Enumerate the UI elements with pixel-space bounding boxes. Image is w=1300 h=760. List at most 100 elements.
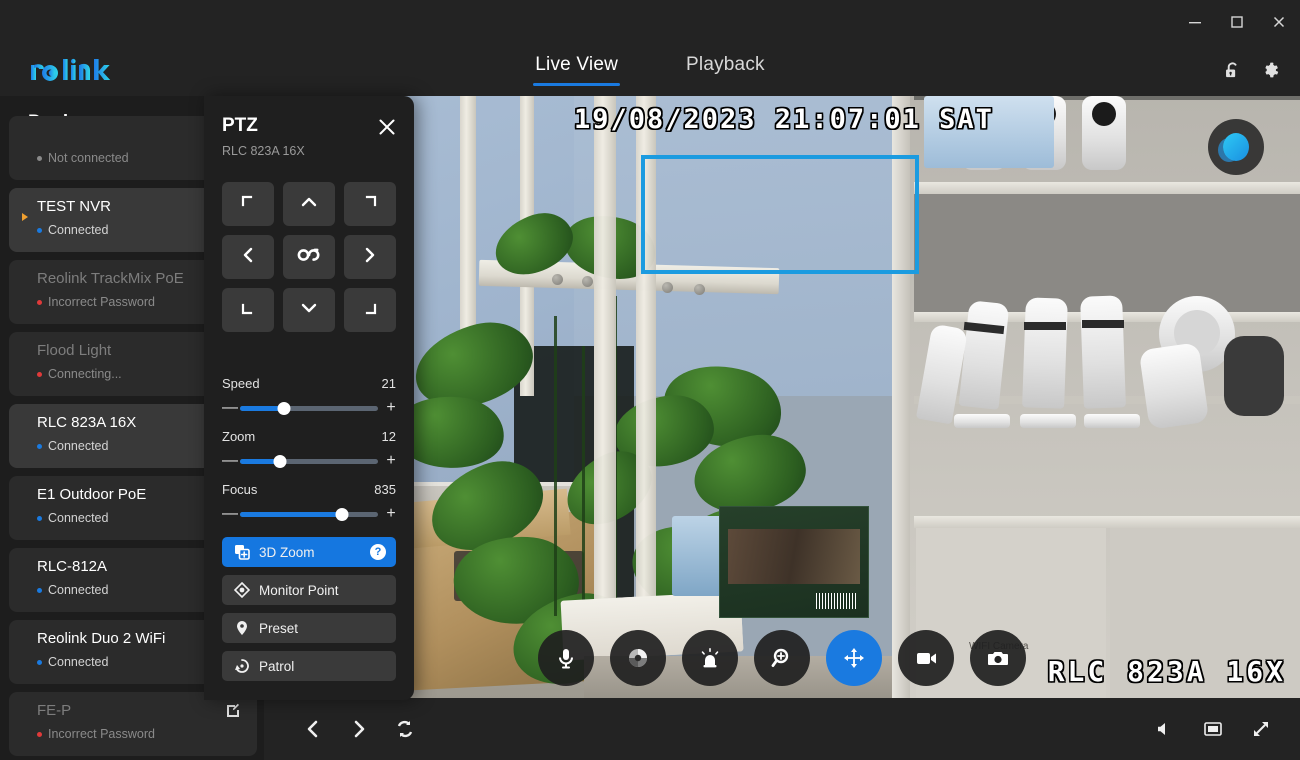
pin-icon [234,620,250,636]
minimize-button[interactable] [1174,7,1216,37]
record-button[interactable] [898,630,954,686]
corner-bottom-right-icon [361,299,379,322]
preset-button[interactable]: Preset [222,613,396,643]
patrol-label: Patrol [259,658,295,674]
status-dot [37,443,42,449]
reolink-mark-icon [1223,133,1249,161]
status-dot [37,155,42,161]
pan-up-left-button[interactable] [222,182,274,226]
digital-zoom-button[interactable] [754,630,810,686]
layout-single-icon[interactable] [1200,716,1226,742]
title-bar [0,0,1300,44]
status-dot [37,587,42,593]
chevron-right-icon [360,245,380,270]
device-name: TEST NVR [37,198,111,215]
status-dot [37,659,42,665]
edit-icon[interactable] [225,702,241,718]
3d-zoom-icon [234,544,250,560]
status-dot [37,227,42,233]
pan-down-button[interactable] [283,288,335,332]
patrol-button[interactable]: Patrol [222,651,396,681]
bottom-bar [264,698,1300,760]
tab-playback[interactable]: Playback [682,52,769,88]
corner-bottom-left-icon [239,299,257,322]
zoom-increase-button[interactable]: + [386,453,396,469]
ptz-direction-pad [222,182,396,332]
gear-icon[interactable] [1258,58,1282,82]
monitor-point-button[interactable]: Monitor Point [222,575,396,605]
device-name: Reolink TrackMix PoE [37,270,184,287]
tab-live-view[interactable]: Live View [531,52,622,88]
chevron-up-icon [299,192,319,217]
siren-button[interactable] [682,630,738,686]
expand-arrow-icon[interactable] [22,213,28,221]
image-settings-button[interactable] [610,630,666,686]
previous-icon[interactable] [300,716,326,742]
pan-down-right-button[interactable] [344,288,396,332]
ptz-panel-subtitle: RLC 823A 16X [222,144,305,158]
focus-slider[interactable] [240,507,378,521]
device-status-text: Connected [48,511,109,525]
device-status: Connected [37,583,108,597]
focus-slider-group: Focus 835 — + [222,482,396,522]
3d-zoom-button[interactable]: 3D Zoom ? [222,537,396,567]
device-status-text: Connecting... [48,367,122,381]
device-status-text: Connected [48,439,109,453]
monitor-point-icon [234,582,250,598]
device-status: Connected [37,511,108,525]
reolink-watermark-badge[interactable] [1208,119,1264,175]
help-icon[interactable]: ? [370,544,386,560]
next-icon[interactable] [346,716,372,742]
ptz-close-button[interactable] [376,116,398,138]
refresh-icon[interactable] [392,716,418,742]
monitor-point-label: Monitor Point [259,582,339,598]
header-actions [1220,44,1282,96]
pan-down-left-button[interactable] [222,288,274,332]
device-status: Incorrect Password [37,295,155,309]
microphone-icon [554,646,578,670]
camera-icon [986,646,1010,670]
pan-left-button[interactable] [222,235,274,279]
speed-decrease-button[interactable]: — [222,400,238,416]
unlock-icon[interactable] [1220,58,1244,82]
focus-increase-button[interactable]: + [386,506,396,522]
close-button[interactable] [1258,7,1300,37]
snapshot-button[interactable] [970,630,1026,686]
magnifier-plus-icon [770,646,794,670]
pan-up-button[interactable] [283,182,335,226]
patrol-icon [234,658,250,674]
status-dot [37,371,42,377]
speed-increase-button[interactable]: + [386,400,396,416]
microphone-button[interactable] [538,630,594,686]
status-dot [37,299,42,305]
device-name: RLC 823A 16X [37,414,137,431]
device-status: Connected [37,439,108,453]
device-status: Connected [37,655,108,669]
app-header: Live View Playback [0,44,1300,96]
zoom-slider[interactable] [240,454,378,468]
pan-right-button[interactable] [344,235,396,279]
device-item-fe-p[interactable]: FE-P Incorrect Password [9,692,257,756]
status-dot [37,731,42,737]
device-name: Flood Light [37,342,112,359]
device-status-text: Connected [48,223,109,237]
auto-scan-button[interactable] [283,235,335,279]
device-name: Reolink Duo 2 WiFi [37,630,166,647]
ptz-button[interactable] [826,630,882,686]
zoom-decrease-button[interactable]: — [222,453,238,469]
volume-icon[interactable] [1152,716,1178,742]
live-video-view[interactable]: nk [264,96,1300,698]
device-status: Not connected [37,151,129,165]
preset-label: Preset [259,620,299,636]
focus-value: 835 [374,482,396,497]
maximize-button[interactable] [1216,7,1258,37]
speed-slider[interactable] [240,401,378,415]
fullscreen-icon[interactable] [1248,716,1274,742]
corner-top-right-icon [361,193,379,216]
focus-decrease-button[interactable]: — [222,506,238,522]
zoom-slider-group: Zoom 12 — + [222,429,396,469]
pan-up-right-button[interactable] [344,182,396,226]
move-arrows-icon [842,646,866,670]
status-dot [37,515,42,521]
zoom-selection-rectangle[interactable] [641,155,919,274]
